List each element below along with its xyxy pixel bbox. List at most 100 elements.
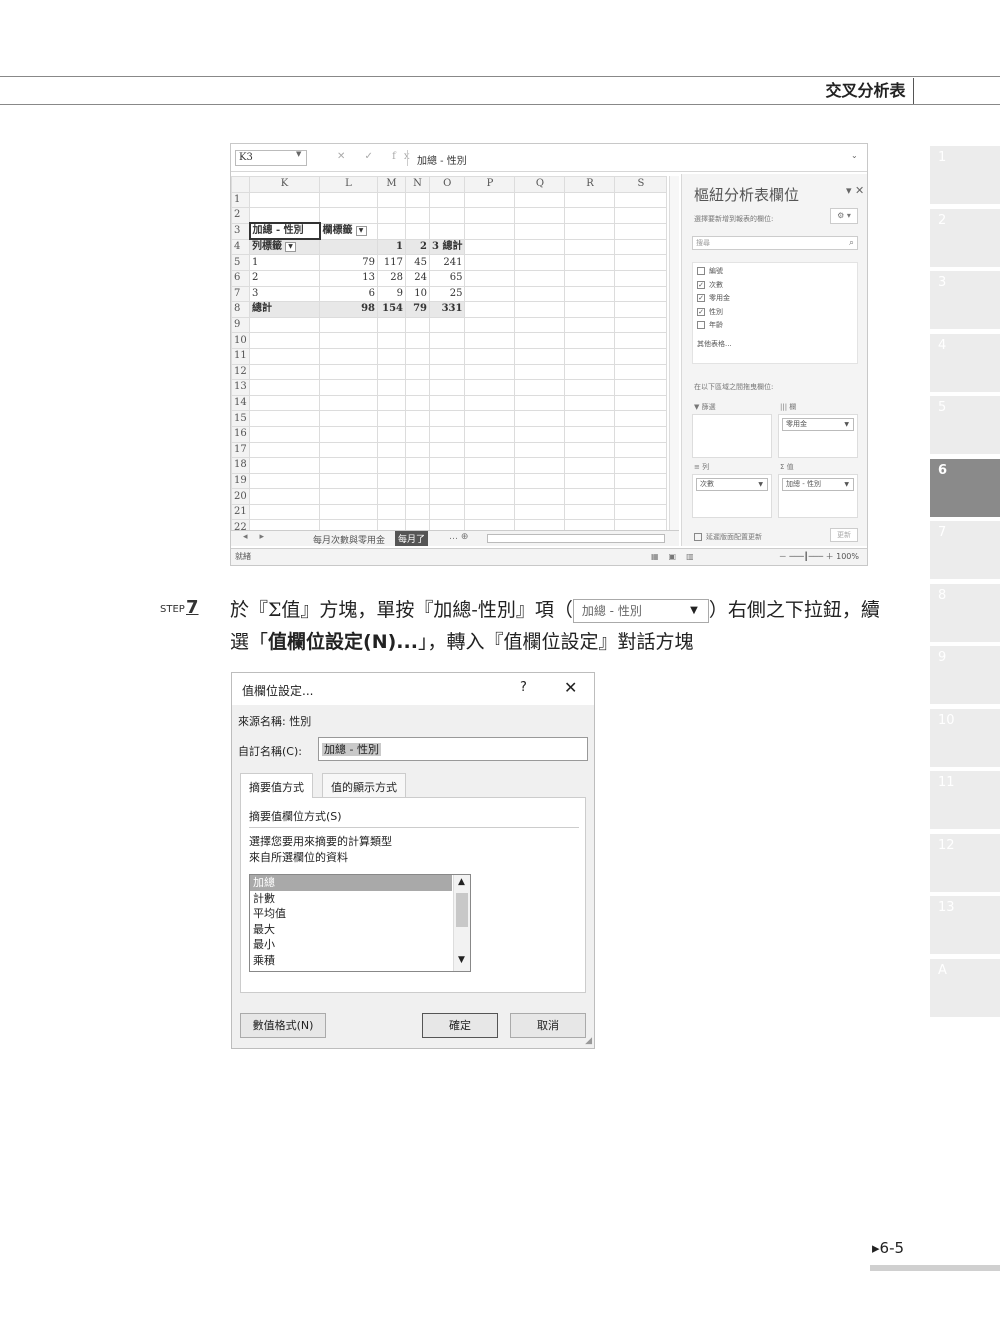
cell[interactable] xyxy=(564,191,616,209)
cell[interactable] xyxy=(319,441,378,459)
cell[interactable]: 9 xyxy=(377,285,406,303)
cell[interactable] xyxy=(319,332,378,349)
cell[interactable] xyxy=(249,191,320,209)
cell[interactable] xyxy=(319,410,378,427)
cell[interactable] xyxy=(319,503,378,521)
cell[interactable] xyxy=(464,425,516,443)
select-all-corner[interactable] xyxy=(231,176,250,193)
row-header[interactable]: 3 xyxy=(231,222,250,240)
chapter-tab-8[interactable]: 8 xyxy=(930,583,1000,642)
cell[interactable] xyxy=(464,394,516,412)
row-header[interactable]: 12 xyxy=(231,363,250,381)
cell[interactable] xyxy=(249,347,320,365)
column-header[interactable]: Q xyxy=(514,176,566,193)
cell[interactable] xyxy=(464,301,516,318)
row-header[interactable]: 1 xyxy=(231,191,250,209)
spreadsheet-grid[interactable]: K L M N O P Q R S 1 2 3 加總 - 性別 欄標籤 ▼ 4 列標籤 ▼ 1 2 3 總計 5 1 79 11… xyxy=(231,176,673,537)
values-area[interactable]: 加總 - 性別 ▼ xyxy=(778,474,858,518)
cell[interactable] xyxy=(614,301,668,318)
cell[interactable] xyxy=(514,503,566,521)
cell[interactable] xyxy=(564,363,616,381)
cell[interactable] xyxy=(249,503,320,521)
cell[interactable] xyxy=(464,222,516,240)
cell[interactable] xyxy=(514,238,566,256)
list-scrollbar[interactable]: ▲ ▼ xyxy=(453,875,470,971)
chapter-tab-5[interactable]: 5 xyxy=(930,396,1000,454)
row-header[interactable]: 20 xyxy=(231,488,250,505)
list-option[interactable]: 最小 xyxy=(250,937,452,953)
cell[interactable] xyxy=(614,425,668,443)
column-header[interactable]: L xyxy=(319,176,378,193)
row-header[interactable]: 11 xyxy=(231,347,250,365)
sheet-tab[interactable]: 每月次數與零用金 xyxy=(309,532,389,547)
cell[interactable] xyxy=(249,379,320,396)
cell[interactable] xyxy=(377,207,406,224)
summary-function-list[interactable]: 加總 計數 平均值 最大 最小 乘積 ▲ ▼ xyxy=(249,874,471,972)
cell[interactable] xyxy=(428,222,466,240)
cell[interactable]: 13 xyxy=(319,269,378,287)
row-header[interactable]: 17 xyxy=(231,441,250,459)
cell[interactable]: 3 總計 xyxy=(428,238,466,256)
cell[interactable] xyxy=(405,191,430,209)
cell[interactable] xyxy=(319,472,378,490)
cell[interactable] xyxy=(377,191,406,209)
help-icon[interactable]: ? xyxy=(520,680,527,695)
expand-formula-icon[interactable]: ⌄ xyxy=(851,151,858,160)
cell[interactable] xyxy=(464,503,516,521)
cell[interactable] xyxy=(464,457,516,474)
cell[interactable] xyxy=(377,425,406,443)
scroll-thumb[interactable] xyxy=(456,893,468,927)
cell[interactable] xyxy=(249,472,320,490)
cell[interactable] xyxy=(377,488,406,505)
cell[interactable] xyxy=(614,472,668,490)
cell[interactable] xyxy=(564,425,616,443)
number-format-button[interactable]: 數值格式(N) xyxy=(240,1013,326,1038)
cell[interactable] xyxy=(564,394,616,412)
cell[interactable] xyxy=(405,347,430,365)
cell[interactable]: 241 xyxy=(428,254,466,271)
columns-field-chip[interactable]: 零用金 ▼ xyxy=(782,418,854,431)
field-item[interactable]: ✓ 次數 xyxy=(697,279,853,293)
cell[interactable]: 24 xyxy=(405,269,430,287)
cell[interactable]: 2 xyxy=(249,269,320,287)
cell[interactable] xyxy=(428,488,466,505)
cell[interactable] xyxy=(614,410,668,427)
cell[interactable] xyxy=(614,379,668,396)
cell[interactable] xyxy=(377,379,406,396)
rows-area[interactable]: 次數 ▼ xyxy=(692,474,772,518)
cell[interactable] xyxy=(405,222,430,240)
cell[interactable] xyxy=(564,207,616,224)
cell[interactable] xyxy=(319,457,378,474)
cell[interactable] xyxy=(249,425,320,443)
cell[interactable]: 65 xyxy=(428,269,466,287)
chapter-tab-1[interactable]: 1 xyxy=(930,146,1000,204)
cell[interactable]: 45 xyxy=(405,254,430,271)
cell[interactable]: 331 xyxy=(428,301,466,318)
cell[interactable] xyxy=(428,472,466,490)
cell[interactable] xyxy=(377,441,406,459)
field-search-input[interactable]: 搜尋 ⌕ xyxy=(692,236,858,250)
checkbox-checked-icon[interactable]: ✓ xyxy=(697,307,705,316)
columns-area[interactable]: 零用金 ▼ xyxy=(778,414,858,458)
cell[interactable]: 117 xyxy=(377,254,406,271)
cell[interactable] xyxy=(405,394,430,412)
column-header[interactable]: R xyxy=(564,176,616,193)
cell[interactable] xyxy=(319,347,378,365)
cell[interactable] xyxy=(464,269,516,287)
cell[interactable]: 28 xyxy=(377,269,406,287)
cell[interactable] xyxy=(614,191,668,209)
cell[interactable] xyxy=(564,379,616,396)
cell[interactable] xyxy=(514,332,566,349)
cell[interactable] xyxy=(249,316,320,334)
cell[interactable] xyxy=(564,410,616,427)
close-icon[interactable]: ✕ xyxy=(564,678,577,697)
pane-close-icon[interactable]: ▾ ✕ xyxy=(846,184,864,197)
cell[interactable] xyxy=(428,394,466,412)
cell[interactable] xyxy=(614,394,668,412)
cell[interactable]: 1 xyxy=(249,254,320,271)
cell[interactable] xyxy=(564,254,616,271)
cell[interactable] xyxy=(514,441,566,459)
list-option[interactable]: 乘積 xyxy=(250,953,452,969)
cancel-button[interactable]: 取消 xyxy=(510,1013,586,1038)
cell[interactable] xyxy=(249,207,320,224)
